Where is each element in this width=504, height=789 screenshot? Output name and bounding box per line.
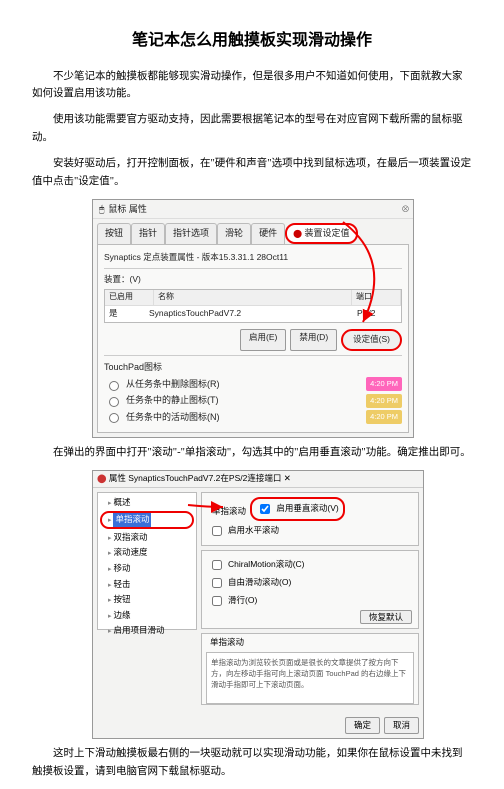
disable-button[interactable]: 禁用(D): [290, 329, 337, 351]
check-glide[interactable]: 滑行(O): [208, 593, 412, 609]
close-icon[interactable]: ✕: [284, 473, 291, 483]
figure-mouse-properties: 🖱 鼠标 属性 ⮾ 按钮 指针 指针选项 滑轮 硬件 ⬤ 装置设定值 Synap…: [92, 199, 472, 439]
paragraph-1: 不少笔记本的触摸板都能够现实滑动操作，但是很多用户不知道如何使用，下面就教大家如…: [32, 68, 472, 104]
close-icon[interactable]: ⮾: [402, 202, 409, 216]
enable-button[interactable]: 启用(E): [240, 329, 286, 351]
dialog2-icon: ⬤: [97, 473, 107, 483]
device-list[interactable]: 已启用 名称 端口 是 SynapticsTouchPadV7.2 PS/2: [104, 289, 402, 323]
tree-buttons[interactable]: 按钮: [100, 592, 194, 608]
dialog-title: 鼠标 属性: [108, 202, 147, 216]
panel-subtitle: Synaptics 定点装置属性 - 版本15.3.31.1 28Oct11: [104, 251, 402, 265]
window-icon: 🖱: [99, 202, 104, 216]
check-chiral[interactable]: ChiralMotion滚动(C): [208, 557, 412, 573]
tree-edge[interactable]: 边缘: [100, 608, 194, 624]
tree-two-finger[interactable]: 双指滚动: [100, 530, 194, 546]
check-free-slide[interactable]: 自由滑动滚动(O): [208, 575, 412, 591]
settings-button[interactable]: 设定值(S): [341, 329, 402, 351]
radio-active-tray[interactable]: 任务条中的活动图标(N)4:20 PM: [104, 410, 402, 424]
tab-buttons[interactable]: 按钮: [97, 223, 131, 244]
tab-pointer-options[interactable]: 指针选项: [165, 223, 217, 244]
tab-hardware[interactable]: 硬件: [251, 223, 285, 244]
paragraph-2: 使用该功能需要官方驱动支持，因此需要根据笔记本的型号在对应官网下载所需的鼠标驱动…: [32, 111, 472, 147]
synaptics-icon: ⬤: [293, 229, 302, 238]
cancel-button[interactable]: 取消: [384, 717, 419, 735]
check-vertical-scroll[interactable]: 启用垂直滚动(V): [256, 501, 338, 517]
dialog-mouse-properties: 🖱 鼠标 属性 ⮾ 按钮 指针 指针选项 滑轮 硬件 ⬤ 装置设定值 Synap…: [92, 199, 414, 439]
check-vertical-scroll-wrap: 启用垂直滚动(V): [250, 497, 344, 521]
settings-tree[interactable]: 概述 单指滚动 双指滚动 滚动速度 移动 轻击 按钮 边缘 启用项目滑动: [97, 492, 197, 630]
tree-single-finger-scroll[interactable]: 单指滚动: [113, 513, 151, 527]
tab-device-settings[interactable]: ⬤ 装置设定值: [285, 223, 357, 244]
tab-pointer[interactable]: 指针: [131, 223, 165, 244]
figure-touchpad-settings: ⬤ 属性 SynapticsTouchPadV7.2在PS/2连接端口 ✕ 概述…: [92, 470, 472, 739]
col-enabled: 已启用: [105, 290, 154, 305]
page-title: 笔记本怎么用触摸板实现滑动操作: [32, 28, 472, 54]
tree-scroll-speed[interactable]: 滚动速度: [100, 545, 194, 561]
tree-tap[interactable]: 轻击: [100, 577, 194, 593]
paragraph-4: 在弹出的界面中打开"滚动"-"单指滚动"，勾选其中的"启用垂直滚动"功能。确定推…: [32, 444, 472, 462]
ok-button[interactable]: 确定: [345, 717, 380, 735]
device-label: 装置：(V): [104, 273, 141, 287]
paragraph-5: 这时上下滑动触摸板最右侧的一块驱动就可以实现滑动功能，如果你在鼠标设置中未找到触…: [32, 745, 472, 781]
tree-overview[interactable]: 概述: [100, 495, 194, 511]
dialog-touchpad-settings: ⬤ 属性 SynapticsTouchPadV7.2在PS/2连接端口 ✕ 概述…: [92, 470, 424, 739]
check-horizontal-scroll[interactable]: 启用水平滚动: [208, 523, 412, 539]
tab-wheel[interactable]: 滑轮: [217, 223, 251, 244]
desc-title: 单指滚动: [208, 636, 246, 650]
col-name: 名称: [154, 290, 352, 305]
radio-static-tray[interactable]: 任务条中的静止图标(T)4:20 PM: [104, 393, 402, 407]
tree-enable[interactable]: 启用项目滑动: [100, 623, 194, 639]
paragraph-3: 安装好驱动后，打开控制面板，在"硬件和声音"选项中找到鼠标选项，在最后一项装置设…: [32, 155, 472, 191]
group-single-finger: 单指滚动: [210, 505, 248, 519]
tree-scroll-group[interactable]: 单指滚动: [100, 511, 194, 529]
radio-remove-tray[interactable]: 从任务条中删除图标(R)4:20 PM: [104, 377, 402, 391]
tree-move[interactable]: 移动: [100, 561, 194, 577]
dialog2-title: 属性 SynapticsTouchPadV7.2在PS/2连接端口: [109, 473, 281, 483]
desc-text: 单指滚动为浏览较长页面或是很长的文章提供了按方向下方，向左移动手指可向上滚动页面…: [206, 652, 414, 704]
restore-default-button[interactable]: 恢复默认: [360, 610, 412, 624]
col-port: 端口: [352, 290, 401, 305]
section-tray-icon: TouchPad图标: [104, 360, 402, 374]
